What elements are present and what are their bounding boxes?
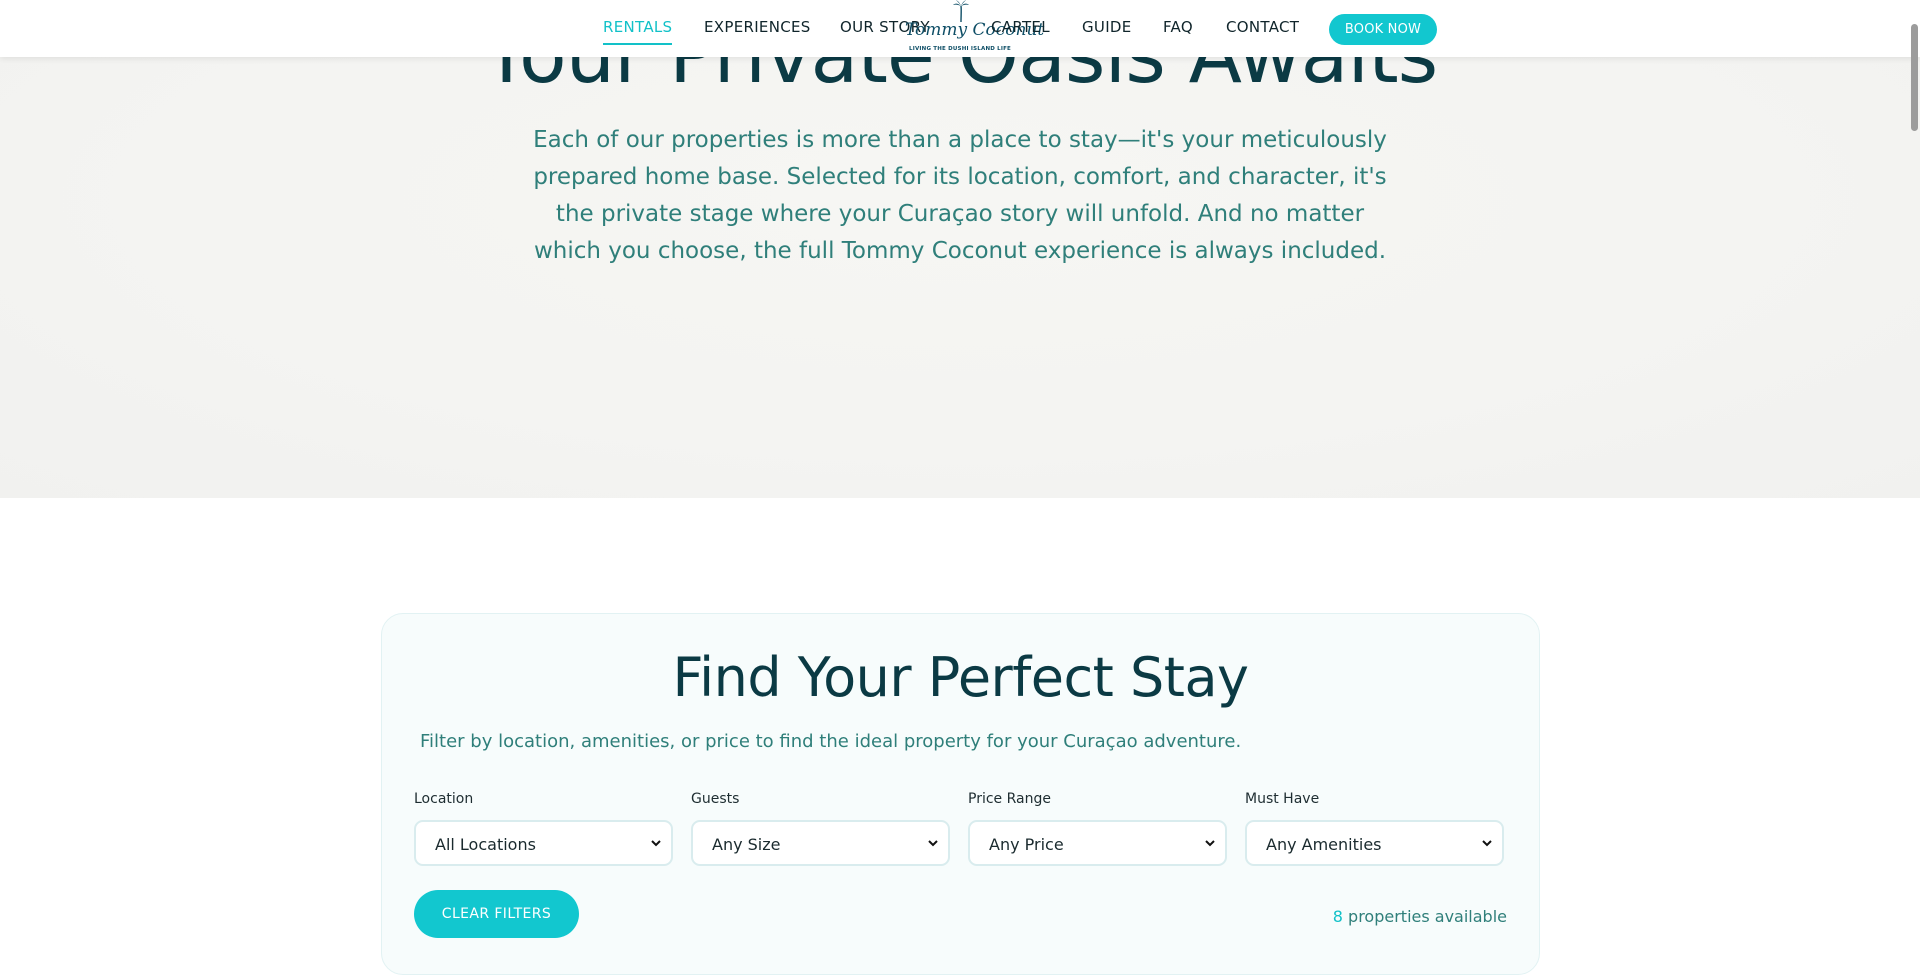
- nav-link-experiences[interactable]: EXPERIENCES: [704, 18, 811, 40]
- chevron-down-icon: [1205, 840, 1215, 847]
- results-count-number: 8: [1332, 907, 1343, 926]
- book-now-button[interactable]: BOOK NOW: [1329, 14, 1437, 45]
- top-navigation: RENTALS EXPERIENCES OUR STORY Tommy Coco…: [0, 0, 1920, 57]
- location-select-value: All Locations: [435, 835, 536, 854]
- price-range-select-value: Any Price: [989, 835, 1064, 854]
- guests-select-value: Any Size: [712, 835, 781, 854]
- active-nav-underline: [603, 43, 672, 45]
- must-have-filter-label: Must Have: [1245, 791, 1320, 807]
- nav-link-faq[interactable]: FAQ: [1163, 18, 1193, 40]
- nav-link-contact[interactable]: CONTACT: [1226, 18, 1299, 40]
- guests-select[interactable]: Any Size: [691, 820, 950, 866]
- filter-section-subtitle: Filter by location, amenities, or price …: [420, 731, 1242, 752]
- location-select[interactable]: All Locations: [414, 820, 673, 866]
- amenities-select-value: Any Amenities: [1266, 835, 1382, 854]
- hero-description: Each of our properties is more than a pl…: [533, 127, 1387, 264]
- filter-section-title: Find Your Perfect Stay: [672, 646, 1249, 709]
- hero-section: Your Private Oasis Awaits Each of our pr…: [0, 0, 1920, 498]
- logo-tagline: LIVING THE DUSHI ISLAND LIFE: [909, 46, 1011, 52]
- nav-link-guide[interactable]: GUIDE: [1082, 18, 1132, 40]
- chevron-down-icon: [928, 840, 938, 847]
- property-filter-card: Find Your Perfect Stay Filter by locatio…: [381, 613, 1540, 975]
- guests-filter-label: Guests: [691, 791, 740, 807]
- price-range-select[interactable]: Any Price: [968, 820, 1227, 866]
- results-count: 8 properties available: [1333, 907, 1507, 926]
- nav-link-cartel[interactable]: CARTEL: [991, 18, 1050, 40]
- page-scrollbar-thumb[interactable]: [1911, 24, 1918, 131]
- location-filter-label: Location: [414, 791, 474, 807]
- amenities-select[interactable]: Any Amenities: [1245, 820, 1504, 866]
- clear-filters-button[interactable]: CLEAR FILTERS: [414, 890, 579, 938]
- results-count-suffix: properties available: [1348, 907, 1507, 926]
- price-range-filter-label: Price Range: [968, 791, 1051, 807]
- chevron-down-icon: [1482, 840, 1492, 847]
- palm-tree-icon: [953, 0, 969, 22]
- chevron-down-icon: [651, 840, 661, 847]
- nav-link-rentals[interactable]: RENTALS: [603, 18, 672, 40]
